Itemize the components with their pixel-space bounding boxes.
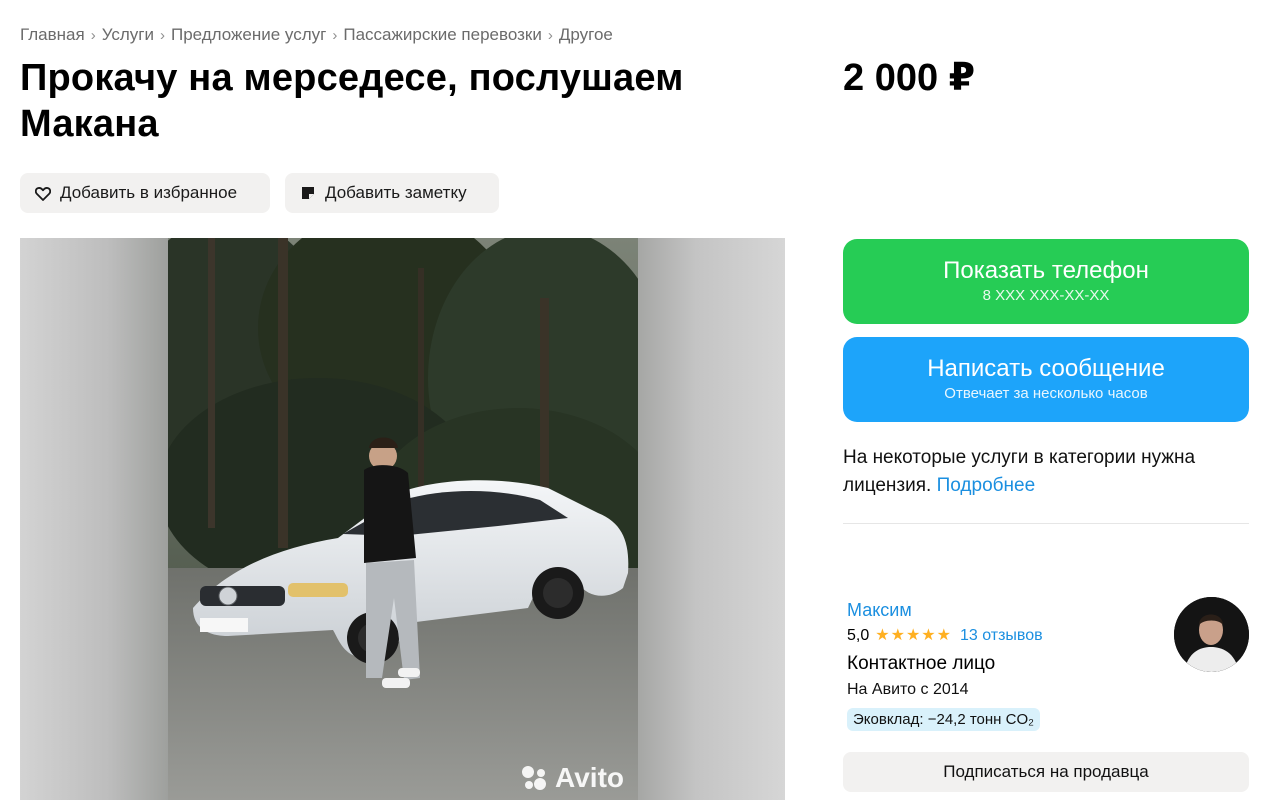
avatar[interactable] <box>1174 597 1249 672</box>
page-title: Прокачу на мерседесе, послушаем Макана <box>20 57 684 145</box>
price: 2 000 ₽ <box>843 57 976 99</box>
response-time: Отвечает за несколько часов <box>944 385 1148 402</box>
show-phone-label: Показать телефон <box>943 257 1149 284</box>
breadcrumb-service-offers[interactable]: Предложение услуг <box>171 25 326 45</box>
add-note-label: Добавить заметку <box>325 183 467 202</box>
eco-badge[interactable]: Эковклад: −24,2 тонн CO₂ <box>847 708 1040 731</box>
chevron-right-icon: › <box>160 26 165 44</box>
photo-gallery[interactable]: Avito <box>20 238 785 800</box>
listing-photo[interactable]: Avito <box>168 238 638 800</box>
seller-name-link[interactable]: Максим <box>847 598 1043 622</box>
avito-watermark-text: Avito <box>555 762 624 793</box>
heart-icon <box>34 184 52 202</box>
license-more-link[interactable]: Подробнее <box>937 475 1036 496</box>
subscribe-seller-button[interactable]: Подписаться на продавца <box>843 752 1249 792</box>
breadcrumb-other[interactable]: Другое <box>559 25 613 45</box>
rating-value: 5,0 <box>847 627 870 644</box>
seller-rating: 5,0 ★★★★★ 13 отзывов <box>847 626 1043 646</box>
avito-watermark: Avito <box>519 762 624 794</box>
send-message-label: Написать сообщение <box>927 355 1165 382</box>
reviews-link[interactable]: 13 отзывов <box>960 626 1043 646</box>
send-message-button[interactable]: Написать сообщение Отвечает за несколько… <box>843 337 1249 422</box>
add-to-favorites-button[interactable]: Добавить в избранное <box>20 173 270 213</box>
subscribe-seller-label: Подписаться на продавца <box>943 762 1149 781</box>
show-phone-button[interactable]: Показать телефон 8 XXX XXX-XX-XX <box>843 239 1249 324</box>
gallery-blur-right <box>637 238 785 800</box>
breadcrumb-services[interactable]: Услуги <box>102 25 154 45</box>
seller-info: Максим 5,0 ★★★★★ 13 отзывов Контактное л… <box>847 598 1043 731</box>
phone-masked: 8 XXX XXX-XX-XX <box>982 287 1110 304</box>
seller-role: Контактное лицо <box>847 653 996 674</box>
add-note-button[interactable]: Добавить заметку <box>285 173 499 213</box>
add-to-favorites-label: Добавить в избранное <box>60 183 238 202</box>
seller-since: На Авито с 2014 <box>847 681 969 698</box>
breadcrumb-passenger-transport[interactable]: Пассажирские перевозки <box>343 25 541 45</box>
chevron-right-icon: › <box>547 26 553 44</box>
breadcrumb: Главная › Услуги › Предложение услуг › П… <box>20 25 613 45</box>
breadcrumb-home[interactable]: Главная <box>20 25 85 45</box>
divider <box>843 523 1249 524</box>
chevron-right-icon: › <box>332 26 338 44</box>
gallery-blur-left <box>20 238 168 800</box>
note-icon <box>299 184 317 202</box>
rating-stars-icon: ★★★★★ <box>875 627 952 644</box>
license-notice: На некоторые услуги в категории нужна ли… <box>843 444 1249 500</box>
avito-logo-icon <box>519 764 549 792</box>
chevron-right-icon: › <box>90 26 96 44</box>
